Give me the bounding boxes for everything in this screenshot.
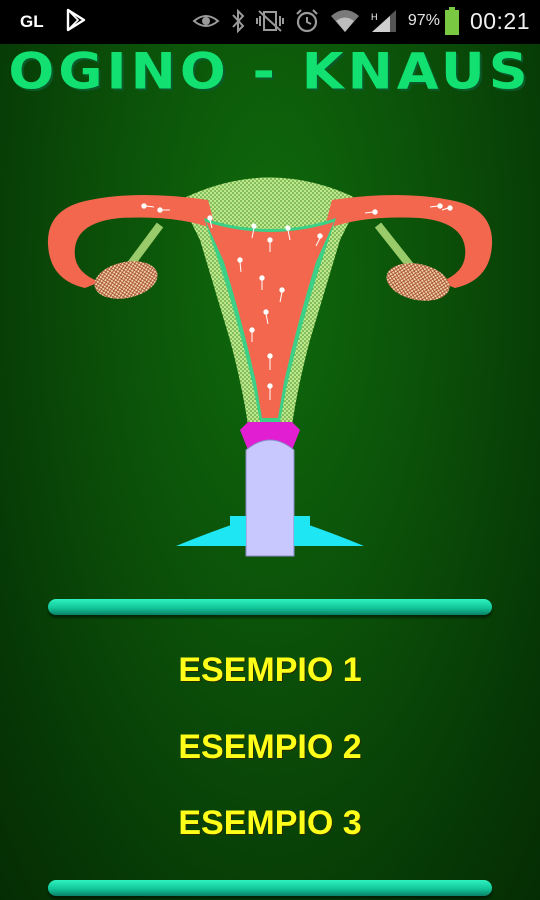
status-bar-left: GL	[20, 8, 88, 32]
divider-bottom	[48, 880, 492, 896]
svg-text:H: H	[371, 12, 378, 22]
alarm-icon	[294, 8, 320, 34]
vibrate-icon	[255, 8, 284, 34]
gl-icon: GL	[20, 8, 48, 32]
right-ovary	[386, 263, 450, 301]
wifi-icon	[330, 8, 360, 34]
left-ovary	[94, 261, 158, 299]
divider-top	[48, 599, 492, 615]
vaginal-canal	[245, 439, 295, 557]
status-bar-right: H 97% 00:21	[192, 6, 530, 36]
status-bar: GL H 97% 00:21	[0, 0, 540, 44]
battery-percent: 97%	[407, 12, 440, 29]
esempio-1-button[interactable]: ESEMPIO 1	[0, 651, 540, 690]
eye-icon	[192, 9, 220, 33]
page-title: OGINO - KNAUS	[8, 42, 532, 101]
esempio-3-button[interactable]: ESEMPIO 3	[0, 804, 540, 843]
clock: 00:21	[469, 7, 530, 34]
battery-icon	[444, 6, 460, 36]
uterus-illustration-icon	[40, 160, 500, 560]
play-store-icon	[64, 8, 88, 32]
esempio-2-button[interactable]: ESEMPIO 2	[0, 728, 540, 767]
bluetooth-icon	[230, 8, 246, 34]
svg-text:GL: GL	[20, 12, 44, 31]
signal-icon: H	[370, 8, 398, 34]
